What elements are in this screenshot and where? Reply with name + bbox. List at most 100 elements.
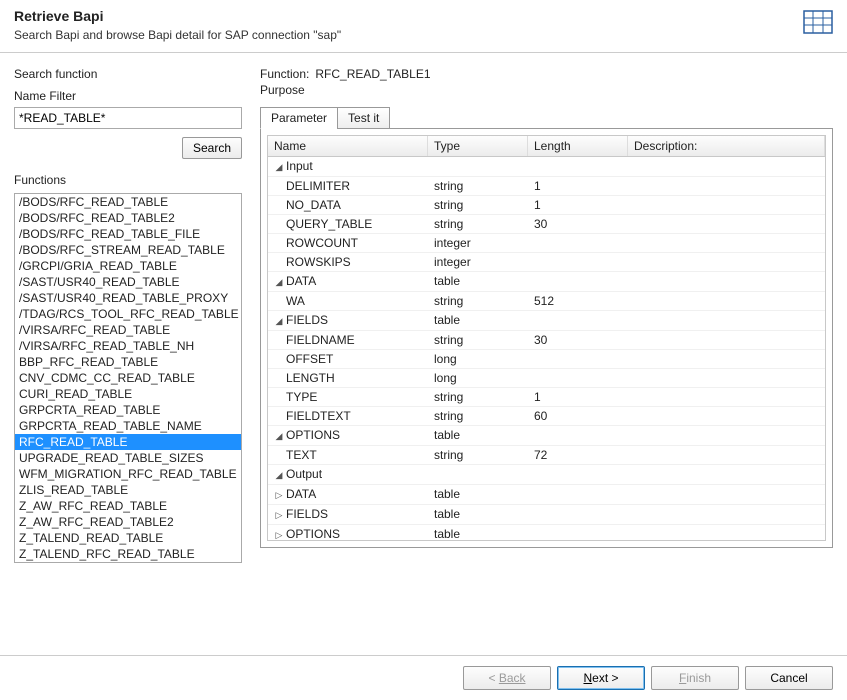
- tree-row[interactable]: NO_DATAstring1: [268, 196, 825, 215]
- function-item[interactable]: Z_TALEND_RFC_READ_TABLE: [15, 546, 241, 562]
- tree-row[interactable]: ◢OPTIONStable: [268, 426, 825, 446]
- function-item[interactable]: /SAST/USR40_READ_TABLE: [15, 274, 241, 290]
- function-item[interactable]: UPGRADE_READ_TABLE_SIZES: [15, 450, 241, 466]
- tree-node-desc: [628, 525, 825, 541]
- tree-node-length: 30: [528, 215, 628, 233]
- function-item[interactable]: /TDAG/RCS_TOOL_RFC_READ_TABLE: [15, 306, 241, 322]
- col-header-description[interactable]: Description:: [628, 136, 825, 156]
- tree-node-type: [428, 465, 528, 484]
- tree-node-type: table: [428, 525, 528, 541]
- expander-closed-icon[interactable]: ▷: [274, 506, 284, 524]
- function-item[interactable]: Z_AW_RFC_READ_TABLE: [15, 498, 241, 514]
- functions-listbox[interactable]: /BODS/RFC_READ_TABLE/BODS/RFC_READ_TABLE…: [14, 193, 242, 563]
- expander-open-icon[interactable]: ◢: [274, 466, 284, 484]
- tree-row[interactable]: FIELDTEXTstring60: [268, 407, 825, 426]
- tree-row[interactable]: DELIMITERstring1: [268, 177, 825, 196]
- expander-open-icon[interactable]: ◢: [274, 312, 284, 330]
- function-item[interactable]: /BODS/RFC_READ_TABLE: [15, 194, 241, 210]
- function-item[interactable]: /SAST/USR40_READ_TABLE_PROXY: [15, 290, 241, 306]
- tree-node-type: table: [428, 485, 528, 504]
- function-name: RFC_READ_TABLE1: [315, 67, 430, 81]
- function-item[interactable]: RFC_READ_TABLE: [15, 434, 241, 450]
- tree-node-length: 30: [528, 331, 628, 349]
- col-header-name[interactable]: Name: [268, 136, 428, 156]
- tree-node-desc: [628, 331, 825, 349]
- tree-node-desc: [628, 388, 825, 406]
- next-button[interactable]: Next >: [557, 666, 645, 690]
- page-subtitle: Search Bapi and browse Bapi detail for S…: [14, 28, 803, 42]
- grid-icon: [803, 10, 833, 34]
- function-item[interactable]: /BODS/RFC_READ_TABLE2: [15, 210, 241, 226]
- function-item[interactable]: /GRCPI/GRIA_READ_TABLE: [15, 258, 241, 274]
- name-filter-label: Name Filter: [14, 89, 242, 103]
- tree-row[interactable]: ▷DATAtable: [268, 485, 825, 505]
- tree-row[interactable]: ▷FIELDStable: [268, 505, 825, 525]
- function-item[interactable]: /VIRSA/RFC_READ_TABLE_NH: [15, 338, 241, 354]
- tree-node-desc: [628, 446, 825, 464]
- function-item[interactable]: Z_TALEND_READ_TABLE: [15, 530, 241, 546]
- tree-node-length: [528, 426, 628, 445]
- col-header-length[interactable]: Length: [528, 136, 628, 156]
- tree-node-length: [528, 157, 628, 176]
- tree-node-length: 512: [528, 292, 628, 310]
- search-button[interactable]: Search: [182, 137, 242, 159]
- tree-node-length: [528, 253, 628, 271]
- tree-node-desc: [628, 505, 825, 524]
- tree-node-name: NO_DATA: [286, 198, 341, 212]
- tree-node-name: TYPE: [286, 390, 317, 404]
- tree-row[interactable]: TYPEstring1: [268, 388, 825, 407]
- tree-node-name: FIELDS: [286, 313, 328, 327]
- tree-row[interactable]: ◢Output: [268, 465, 825, 485]
- tab-test-it[interactable]: Test it: [337, 107, 390, 129]
- name-filter-input[interactable]: [14, 107, 242, 129]
- tree-row[interactable]: LENGTHlong: [268, 369, 825, 388]
- cancel-button[interactable]: Cancel: [745, 666, 833, 690]
- tree-row[interactable]: ◢Input: [268, 157, 825, 177]
- expander-closed-icon[interactable]: ▷: [274, 486, 284, 504]
- tree-node-length: 60: [528, 407, 628, 425]
- page-title: Retrieve Bapi: [14, 8, 803, 24]
- tree-row[interactable]: OFFSETlong: [268, 350, 825, 369]
- col-header-type[interactable]: Type: [428, 136, 528, 156]
- function-item[interactable]: /BODS/RFC_READ_TABLE_FILE: [15, 226, 241, 242]
- function-item[interactable]: ZLIS_READ_TABLE: [15, 482, 241, 498]
- tree-node-name: FIELDTEXT: [286, 409, 351, 423]
- function-item[interactable]: CURI_READ_TABLE: [15, 386, 241, 402]
- tree-row[interactable]: ◢DATAtable: [268, 272, 825, 292]
- tree-row[interactable]: ROWCOUNTinteger: [268, 234, 825, 253]
- expander-open-icon[interactable]: ◢: [274, 273, 284, 291]
- tree-row[interactable]: TEXTstring72: [268, 446, 825, 465]
- function-item[interactable]: WFM_MIGRATION_RFC_READ_TABLE: [15, 466, 241, 482]
- tree-row[interactable]: ▷OPTIONStable: [268, 525, 825, 541]
- tree-node-name: FIELDS: [286, 507, 328, 521]
- back-button[interactable]: < Back: [463, 666, 551, 690]
- tree-row[interactable]: QUERY_TABLEstring30: [268, 215, 825, 234]
- parameter-tree[interactable]: ◢InputDELIMITERstring1NO_DATAstring1QUER…: [268, 157, 825, 541]
- tab-parameter[interactable]: Parameter: [260, 107, 338, 129]
- finish-button[interactable]: Finish: [651, 666, 739, 690]
- function-item[interactable]: /BODS/RFC_STREAM_READ_TABLE: [15, 242, 241, 258]
- tree-node-type: integer: [428, 253, 528, 271]
- tree-node-name: OFFSET: [286, 352, 333, 366]
- function-item[interactable]: GRPCRTA_READ_TABLE: [15, 402, 241, 418]
- function-item[interactable]: Z_AW_RFC_READ_TABLE2: [15, 514, 241, 530]
- tree-node-type: string: [428, 177, 528, 195]
- tree-row[interactable]: FIELDNAMEstring30: [268, 331, 825, 350]
- tree-node-type: [428, 157, 528, 176]
- expander-closed-icon[interactable]: ▷: [274, 526, 284, 541]
- function-item[interactable]: BBP_RFC_READ_TABLE: [15, 354, 241, 370]
- tree-node-name: LENGTH: [286, 371, 335, 385]
- tree-row[interactable]: ◢FIELDStable: [268, 311, 825, 331]
- function-item[interactable]: /VIRSA/RFC_READ_TABLE: [15, 322, 241, 338]
- function-item[interactable]: CNV_CDMC_CC_READ_TABLE: [15, 370, 241, 386]
- expander-open-icon[interactable]: ◢: [274, 427, 284, 445]
- tree-row[interactable]: ROWSKIPSinteger: [268, 253, 825, 272]
- tree-node-desc: [628, 292, 825, 310]
- expander-open-icon[interactable]: ◢: [274, 158, 284, 176]
- tree-node-name: Input: [286, 159, 313, 173]
- tree-node-length: [528, 272, 628, 291]
- tree-row[interactable]: WAstring512: [268, 292, 825, 311]
- tree-node-name: WA: [286, 294, 305, 308]
- tree-node-desc: [628, 350, 825, 368]
- function-item[interactable]: GRPCRTA_READ_TABLE_NAME: [15, 418, 241, 434]
